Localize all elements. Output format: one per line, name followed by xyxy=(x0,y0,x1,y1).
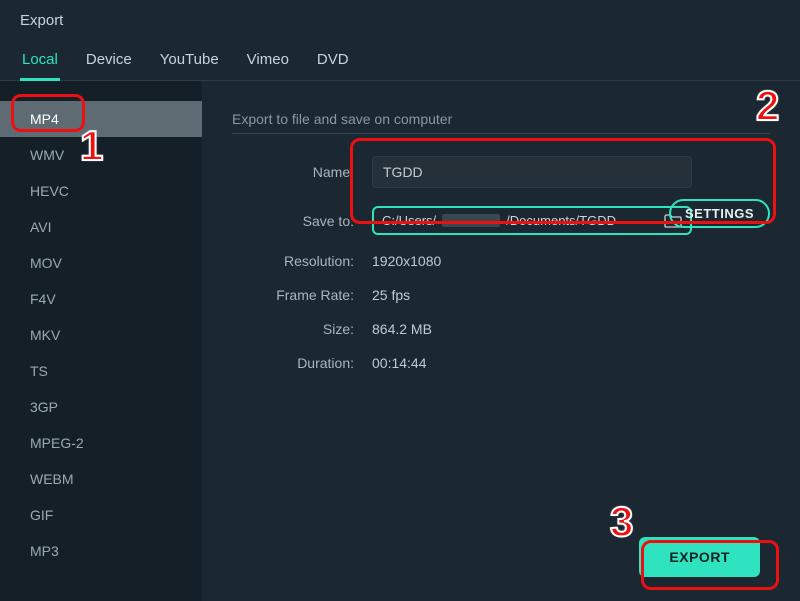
label-saveto: Save to: xyxy=(232,213,372,229)
format-wmv[interactable]: WMV xyxy=(0,137,202,173)
format-mp4[interactable]: MP4 xyxy=(0,101,202,137)
value-framerate: 25 fps xyxy=(372,287,410,303)
settings-button[interactable]: SETTINGS xyxy=(669,199,770,228)
tab-local[interactable]: Local xyxy=(20,45,60,81)
value-duration: 00:14:44 xyxy=(372,355,427,371)
format-mpeg2[interactable]: MPEG-2 xyxy=(0,425,202,461)
value-resolution: 1920x1080 xyxy=(372,253,441,269)
section-heading: Export to file and save on computer xyxy=(232,111,770,127)
path-suffix: /Documents/TGDD xyxy=(506,213,616,228)
format-ts[interactable]: TS xyxy=(0,353,202,389)
label-framerate: Frame Rate: xyxy=(232,287,372,303)
label-duration: Duration: xyxy=(232,355,372,371)
label-resolution: Resolution: xyxy=(232,253,372,269)
format-hevc[interactable]: HEVC xyxy=(0,173,202,209)
format-mkv[interactable]: MKV xyxy=(0,317,202,353)
save-path-field[interactable]: C:/Users/ /Documents/TGDD xyxy=(372,206,692,235)
format-3gp[interactable]: 3GP xyxy=(0,389,202,425)
format-mp3[interactable]: MP3 xyxy=(0,533,202,569)
tab-dvd[interactable]: DVD xyxy=(315,45,351,80)
format-webm[interactable]: WEBM xyxy=(0,461,202,497)
tab-youtube[interactable]: YouTube xyxy=(158,45,221,80)
divider xyxy=(232,133,770,134)
value-size: 864.2 MB xyxy=(372,321,432,337)
path-prefix: C:/Users/ xyxy=(382,213,436,228)
format-gif[interactable]: GIF xyxy=(0,497,202,533)
format-mov[interactable]: MOV xyxy=(0,245,202,281)
export-button[interactable]: EXPORT xyxy=(639,537,760,577)
path-redacted xyxy=(442,214,500,227)
export-settings-panel: Export to file and save on computer Name… xyxy=(202,81,800,601)
export-tabs: Local Device YouTube Vimeo DVD xyxy=(0,37,800,81)
format-f4v[interactable]: F4V xyxy=(0,281,202,317)
tab-vimeo[interactable]: Vimeo xyxy=(245,45,291,80)
format-sidebar: MP4 WMV HEVC AVI MOV F4V MKV TS 3GP MPEG… xyxy=(0,81,202,601)
name-input[interactable] xyxy=(372,156,692,188)
window-title: Export xyxy=(0,0,800,37)
label-name: Name: xyxy=(232,164,372,180)
label-size: Size: xyxy=(232,321,372,337)
tab-device[interactable]: Device xyxy=(84,45,134,80)
format-avi[interactable]: AVI xyxy=(0,209,202,245)
